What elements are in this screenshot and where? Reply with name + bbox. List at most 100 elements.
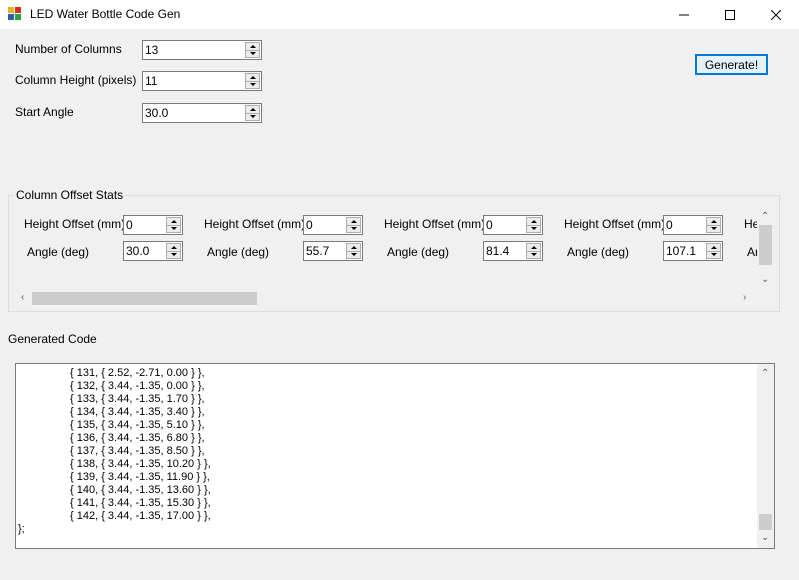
close-button[interactable] [753,0,799,29]
height-label: Column Height (pixels) [15,73,137,87]
code-line: { 132, { 3.44, -1.35, 0.00 } }, [70,380,205,392]
start-angle-stepper[interactable]: 30.0 [142,103,262,123]
height-offset-stepper[interactable]: 0 [303,215,363,235]
up-arrow-icon [170,219,177,223]
angle-value[interactable]: 107.1 [666,244,696,258]
height-offset-value[interactable]: 0 [126,218,133,232]
window-title: LED Water Bottle Code Gen [30,7,181,21]
scroll-left-icon[interactable]: ‹ [21,293,24,303]
height-stepper[interactable]: 11 [142,71,262,91]
angle-stepper[interactable]: 107.1 [663,241,723,261]
spin-down-button[interactable] [706,225,721,233]
height-offset-stepper[interactable]: 0 [483,215,543,235]
spin-up-button[interactable] [526,217,541,226]
code-line: { 139, { 3.44, -1.35, 11.90 } }, [70,471,210,483]
code-line: { 141, { 3.44, -1.35, 15.30 } }, [70,497,211,509]
spin-down-button[interactable] [166,251,181,259]
offset-vertical-scrollbar[interactable]: ⌃ ⌄ [757,207,774,290]
offset-group-title: Column Offset Stats [14,188,126,202]
spin-down-button[interactable] [346,251,361,259]
spin-down-button[interactable] [526,225,541,233]
up-arrow-icon [350,219,357,223]
angle-label: Angle (deg) [27,245,90,259]
spin-up-button[interactable] [166,217,181,226]
angle-label: Angle (deg) [567,245,630,259]
down-arrow-icon [710,253,717,257]
spin-down-button[interactable] [346,225,361,233]
scroll-right-icon[interactable]: › [743,293,746,303]
spin-up-button[interactable] [245,105,260,114]
down-arrow-icon [249,52,256,56]
height-offset-value[interactable]: 0 [486,218,493,232]
angle-value[interactable]: 30.0 [126,244,149,258]
height-value[interactable]: 11 [145,74,157,88]
scroll-down-icon[interactable]: ⌄ [761,533,769,543]
maximize-button[interactable] [707,0,753,29]
spin-down-button[interactable] [245,113,260,121]
scroll-up-icon[interactable]: ⌃ [761,212,769,222]
height-offset-label: Height Offset (mm) [564,217,666,231]
down-arrow-icon [350,253,357,257]
generate-button[interactable]: Generate! [695,54,768,75]
angle-value[interactable]: 55.7 [306,244,329,258]
spin-up-button[interactable] [245,73,260,82]
spin-up-button[interactable] [346,243,361,252]
up-arrow-icon [249,75,256,79]
close-icon [771,9,781,20]
generated-code-textarea[interactable]: { 131, { 2.52, -2.71, 0.00 } }, { 132, {… [15,363,775,549]
spin-up-button[interactable] [706,243,721,252]
up-arrow-icon [710,245,717,249]
angle-stepper[interactable]: 30.0 [123,241,183,261]
down-arrow-icon [350,227,357,231]
scroll-down-icon[interactable]: ⌄ [761,275,769,285]
code-line: { 142, { 3.44, -1.35, 17.00 } }, [70,510,211,522]
minimize-button[interactable] [661,0,707,29]
code-closing-line: }; [18,523,25,535]
spin-down-button[interactable] [526,251,541,259]
down-arrow-icon [249,83,256,87]
columns-value[interactable]: 13 [145,43,158,57]
angle-label: Angle (deg) [207,245,270,259]
height-offset-label: Height Offset (mm) [24,217,126,231]
title-bar[interactable]: LED Water Bottle Code Gen [0,0,799,29]
offset-horizontal-scrollbar[interactable]: ‹ › [16,290,757,307]
spin-down-button[interactable] [245,50,260,58]
app-grid-icon [8,7,21,20]
spin-down-button[interactable] [245,81,260,89]
down-arrow-icon [170,227,177,231]
scroll-thumb[interactable] [32,292,257,305]
code-line: { 137, { 3.44, -1.35, 8.50 } }, [70,445,205,457]
height-offset-stepper[interactable]: 0 [663,215,723,235]
up-arrow-icon [350,245,357,249]
spin-up-button[interactable] [706,217,721,226]
columns-stepper[interactable]: 13 [142,40,262,60]
start-angle-value[interactable]: 30.0 [145,106,168,120]
code-line: { 135, { 3.44, -1.35, 5.10 } }, [70,419,205,431]
angle-stepper[interactable]: 81.4 [483,241,543,261]
spin-down-button[interactable] [166,225,181,233]
spin-up-button[interactable] [245,42,260,51]
spin-up-button[interactable] [166,243,181,252]
scroll-thumb[interactable] [759,225,772,265]
angle-label: Angle (deg) [387,245,450,259]
scroll-up-icon[interactable]: ⌃ [761,369,769,379]
code-vertical-scrollbar[interactable]: ⌃ ⌄ [757,364,774,548]
angle-value[interactable]: 81.4 [486,244,509,258]
code-line: { 140, { 3.44, -1.35, 13.60 } }, [70,484,211,496]
angle-stepper[interactable]: 55.7 [303,241,363,261]
down-arrow-icon [530,253,537,257]
up-arrow-icon [530,245,537,249]
up-arrow-icon [710,219,717,223]
spin-up-button[interactable] [526,243,541,252]
height-offset-value[interactable]: 0 [666,218,673,232]
spin-up-button[interactable] [346,217,361,226]
maximize-icon [725,9,735,20]
height-offset-stepper[interactable]: 0 [123,215,183,235]
height-offset-value[interactable]: 0 [306,218,313,232]
minimize-icon [679,14,689,15]
code-line: { 131, { 2.52, -2.71, 0.00 } }, [70,367,205,379]
spin-down-button[interactable] [706,251,721,259]
start-angle-label: Start Angle [15,105,74,119]
up-arrow-icon [530,219,537,223]
scroll-thumb[interactable] [759,514,772,530]
